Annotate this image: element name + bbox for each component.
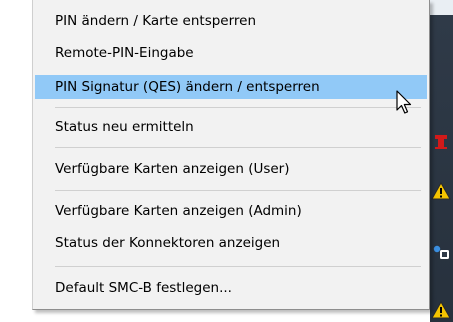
context-menu: PIN ändern / Karte entsperren Remote-PIN… — [32, 0, 430, 310]
taskbar-edge — [430, 0, 453, 322]
mouse-pointer-icon — [396, 90, 412, 114]
menu-item-pin-aendern[interactable]: PIN ändern / Karte entsperren — [35, 9, 427, 33]
menu-separator — [55, 266, 421, 267]
menu-item-default-smcb[interactable]: Default SMC-B festlegen... — [35, 276, 427, 300]
warning-icon[interactable] — [431, 181, 451, 201]
screen: PIN ändern / Karte entsperren Remote-PIN… — [0, 0, 453, 322]
warning-icon[interactable] — [431, 300, 451, 320]
red-app-icon[interactable] — [431, 132, 451, 152]
menu-separator — [55, 147, 421, 148]
menu-item-remote-pin[interactable]: Remote-PIN-Eingabe — [35, 41, 427, 65]
menu-item-pin-signatur[interactable]: PIN Signatur (QES) ändern / entsperren — [35, 75, 427, 99]
menu-separator — [55, 190, 421, 191]
menu-item-status-neu[interactable]: Status neu ermitteln — [35, 115, 427, 139]
user-device-icon[interactable] — [431, 242, 451, 262]
menu-item-karten-admin[interactable]: Verfügbare Karten anzeigen (Admin) — [35, 199, 427, 223]
menu-item-status-konnektoren[interactable]: Status der Konnektoren anzeigen — [35, 231, 427, 255]
menu-item-karten-user[interactable]: Verfügbare Karten anzeigen (User) — [35, 157, 427, 181]
menu-separator — [55, 107, 421, 108]
